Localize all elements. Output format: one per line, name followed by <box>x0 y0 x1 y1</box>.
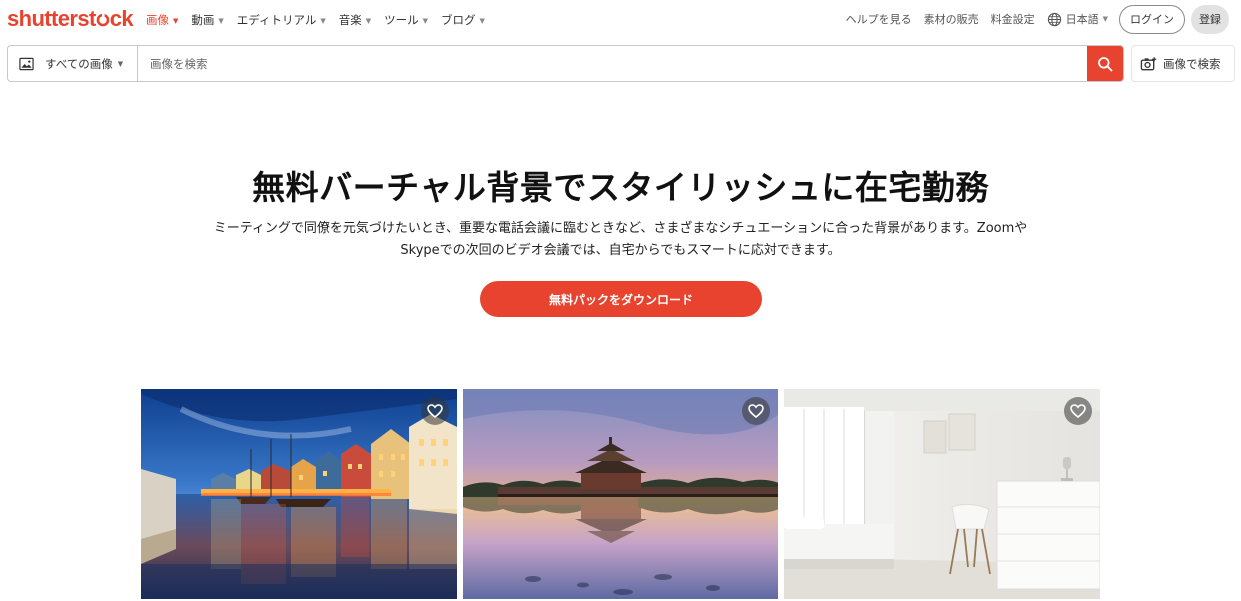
image-gallery <box>141 389 1101 599</box>
search-type-dropdown[interactable]: すべての画像 ▼ <box>8 46 138 81</box>
nav-item-label: 画像 <box>146 13 169 27</box>
chevron-down-icon: ▼ <box>173 17 179 25</box>
nav-item-tools[interactable]: ツール ▼ <box>384 12 428 28</box>
hero-description-line-1: ミーティングで同僚を元気づけたいとき、重要な電話会議に臨むときなど、さまざまなシ… <box>213 221 1028 236</box>
account-nav: ヘルプを見る 素材の販売 料金設定 日本語 ▼ ログイン 登録 <box>846 4 1241 34</box>
pricing-link[interactable]: 料金設定 <box>991 11 1035 27</box>
image-icon <box>19 57 34 70</box>
chevron-down-icon: ▼ <box>218 17 224 25</box>
nav-item-label: エディトリアル <box>236 13 317 27</box>
hero-title: 無料バーチャル背景でスタイリッシュに在宅勤務 <box>252 168 989 207</box>
top-navigation: shutterst ck 画像 ▼ 動画 ▼ エディトリアル ▼ 音楽 ▼ ツール ▼ ブロ… <box>0 0 1241 40</box>
search-icon <box>1098 56 1113 71</box>
globe-icon <box>1047 12 1061 26</box>
nav-item-label: 動画 <box>191 13 215 27</box>
sell-content-link[interactable]: 素材の販売 <box>924 11 979 27</box>
chevron-down-icon: ▼ <box>422 17 429 25</box>
palace-lake-photo <box>462 389 779 599</box>
camera-icon <box>1140 56 1157 70</box>
chevron-down-icon: ▼ <box>320 17 326 25</box>
nav-item-blog[interactable]: ブログ ▼ <box>441 12 485 28</box>
chevron-down-icon: ▼ <box>1102 15 1108 23</box>
search-bar: すべての画像 ▼ <box>7 45 1124 82</box>
nav-item-music[interactable]: 音楽 ▼ <box>339 12 371 28</box>
nav-item-editorial[interactable]: エディトリアル ▼ <box>237 12 326 28</box>
nav-item-images[interactable]: 画像 ▼ <box>146 12 178 28</box>
favorite-button[interactable] <box>420 397 449 425</box>
search-input[interactable] <box>138 46 1087 81</box>
chevron-down-icon: ▼ <box>365 17 372 25</box>
image-search-label: 画像で検索 <box>1163 56 1221 71</box>
logo-o-icon <box>96 6 110 32</box>
nav-item-label: 音楽 <box>338 13 362 27</box>
shutterstock-logo[interactable]: shutterst ck <box>7 6 134 32</box>
heart-icon <box>1070 404 1086 418</box>
heart-icon <box>426 404 443 418</box>
nav-item-label: ブログ <box>441 13 476 27</box>
logo-text-end: ck <box>109 6 134 31</box>
chevron-down-icon: ▼ <box>117 59 124 68</box>
search-type-label: すべての画像 <box>45 56 113 71</box>
gallery-image-canal-city[interactable] <box>141 389 457 599</box>
download-free-pack-button[interactable]: 無料パックをダウンロード <box>480 281 762 317</box>
login-button[interactable]: ログイン <box>1119 4 1185 34</box>
search-button[interactable] <box>1087 46 1123 81</box>
logo-text-start: shutterst <box>7 6 96 31</box>
signup-button[interactable]: 登録 <box>1191 4 1229 34</box>
language-selector[interactable]: 日本語 ▼ <box>1047 11 1108 27</box>
language-label: 日本語 <box>1065 13 1099 26</box>
favorite-button[interactable] <box>1064 397 1093 425</box>
canal-city-photo <box>141 389 457 599</box>
nav-item-label: ツール <box>384 13 419 27</box>
gallery-image-palace-lake[interactable] <box>462 389 779 599</box>
heart-icon <box>748 404 765 418</box>
chevron-down-icon: ▼ <box>479 17 485 25</box>
white-bedroom-photo <box>784 389 1101 599</box>
gallery-image-white-bedroom[interactable] <box>784 389 1101 599</box>
hero-description: ミーティングで同僚を元気づけたいとき、重要な電話会議に臨むときなど、さまざまなシ… <box>140 218 1101 262</box>
hero-description-line-2: Skypeでの次回のビデオ会議では、自宅からでもスマートに応対できます。 <box>400 243 841 258</box>
main-nav: 画像 ▼ 動画 ▼ エディトリアル ▼ 音楽 ▼ ツール ▼ ブログ ▼ <box>146 12 498 28</box>
nav-item-video[interactable]: 動画 ▼ <box>191 12 223 28</box>
image-search-button[interactable]: 画像で検索 <box>1131 45 1235 82</box>
help-link[interactable]: ヘルプを見る <box>846 11 912 27</box>
